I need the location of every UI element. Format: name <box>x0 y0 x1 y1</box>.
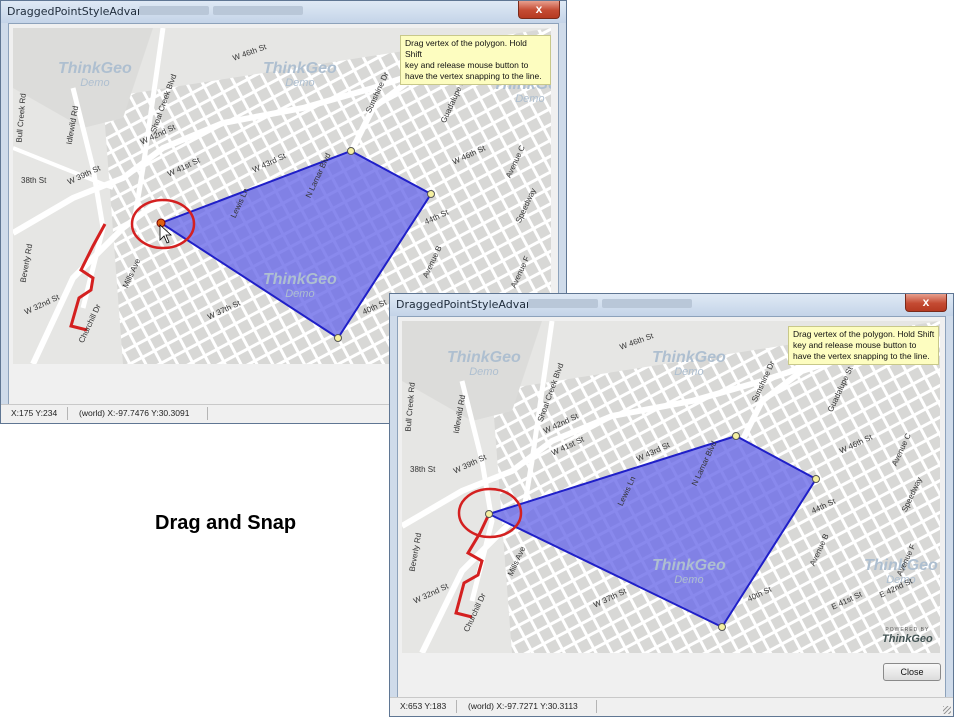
polygon-vertex[interactable] <box>347 147 355 155</box>
polygon-vertex[interactable] <box>427 190 435 198</box>
window-dragged-point-style-2: DraggedPointStyleAdvanced x ThinkGeo Dem… <box>389 293 954 717</box>
street-label: 38th St <box>410 465 436 474</box>
close-button[interactable]: Close <box>883 663 941 681</box>
title-bar[interactable]: DraggedPointStyleAdvanced x <box>390 294 953 316</box>
watermark-logo: ThinkGeoDemo <box>652 349 726 379</box>
watermark-logo: ThinkGeoDemo <box>263 60 337 90</box>
status-separator <box>207 407 208 420</box>
tooltip-line: have the vertex snapping to the line. <box>405 71 542 81</box>
status-separator <box>67 407 68 420</box>
close-window-button[interactable]: x <box>905 294 947 312</box>
watermark-logo: ThinkGeoDemo <box>58 60 132 90</box>
status-world-coords: (world) X:-97.7271 Y:30.3113 <box>468 701 578 711</box>
client-area: ThinkGeoDemo ThinkGeoDemo ThinkGeoDemo T… <box>397 316 946 709</box>
powered-by-logo: POWERED BY ThinkGeo <box>882 627 933 645</box>
tooltip-line: have the vertex snapping to the line. <box>793 351 930 361</box>
watermark-logo: ThinkGeoDemo <box>447 349 521 379</box>
tooltip-line: Drag vertex of the polygon. Hold Shift <box>793 329 935 339</box>
status-screen-coords: X:653 Y:183 <box>400 701 447 711</box>
blurred-title-text <box>139 6 209 15</box>
status-bar: X:653 Y:183 (world) X:-97.7271 Y:30.3113 <box>390 697 953 716</box>
snapped-vertex[interactable] <box>485 510 493 518</box>
instruction-tooltip: Drag vertex of the polygon. Hold Shift k… <box>400 35 551 85</box>
title-bar[interactable]: DraggedPointStyleAdvanced x <box>1 1 566 23</box>
close-window-button[interactable]: x <box>518 1 560 19</box>
tooltip-line: key and release mouse button to <box>405 60 529 70</box>
blurred-title-text <box>528 299 598 308</box>
tooltip-line: key and release mouse button to <box>793 340 917 350</box>
watermark-logo: ThinkGeoDemo <box>652 557 726 587</box>
street-label: 38th St <box>21 176 47 185</box>
watermark-logo: ThinkGeoDemo <box>263 271 337 301</box>
blurred-title-text <box>602 299 692 308</box>
tooltip-line: Drag vertex of the polygon. Hold Shift <box>405 38 527 59</box>
polygon-vertex[interactable] <box>812 475 820 483</box>
status-separator <box>596 700 597 713</box>
blurred-title-text <box>213 6 303 15</box>
instruction-tooltip: Drag vertex of the polygon. Hold Shift k… <box>788 326 940 365</box>
map-view[interactable]: ThinkGeoDemo ThinkGeoDemo ThinkGeoDemo T… <box>402 321 940 653</box>
resize-grip-icon[interactable] <box>943 706 951 714</box>
polygon-vertex[interactable] <box>334 334 342 342</box>
powered-by-brand: ThinkGeo <box>882 633 933 645</box>
status-screen-coords: X:175 Y:234 <box>11 408 58 418</box>
status-world-coords: (world) X:-97.7476 Y:30.3091 <box>79 408 190 418</box>
polygon-vertex[interactable] <box>718 623 726 631</box>
status-separator <box>456 700 457 713</box>
slide-caption: Drag and Snap <box>155 512 297 534</box>
polygon-vertex[interactable] <box>732 432 740 440</box>
